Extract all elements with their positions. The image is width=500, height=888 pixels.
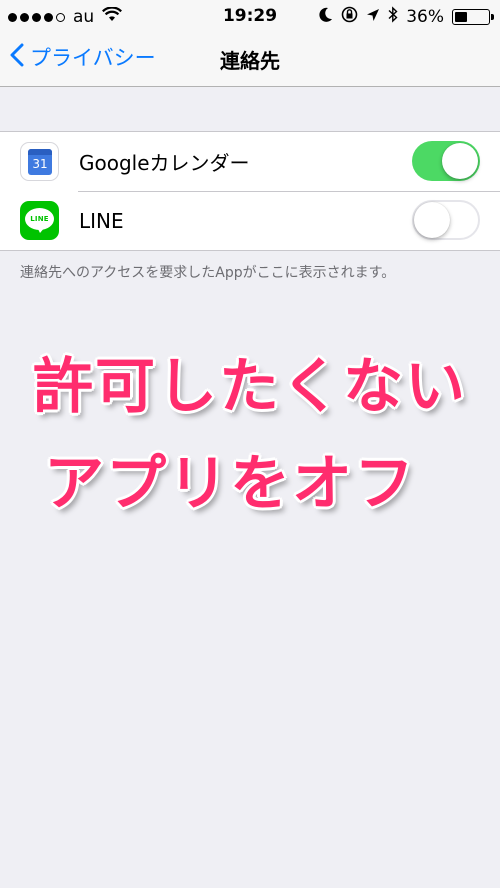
- battery-percent: 36%: [406, 7, 444, 27]
- section-footer-text: 連絡先へのアクセスを要求したAppがここに表示されます。: [20, 265, 396, 281]
- app-permission-list: 31 Googleカレンダー LINE LINE: [0, 131, 500, 251]
- line-logo-text: LINE: [30, 215, 49, 223]
- list-item-line: LINE LINE: [0, 191, 500, 250]
- bluetooth-icon: [388, 6, 398, 28]
- google-calendar-toggle[interactable]: [412, 141, 480, 181]
- line-toggle[interactable]: [412, 200, 480, 240]
- app-name-label: LINE: [79, 208, 124, 233]
- google-calendar-icon: 31: [20, 142, 59, 181]
- line-app-icon: LINE: [20, 201, 59, 240]
- calendar-day-number: 31: [32, 157, 48, 171]
- page-title: 連絡先: [220, 49, 280, 73]
- navigation-bar: プライバシー 連絡先: [0, 36, 500, 87]
- app-name-label: Googleカレンダー: [79, 151, 250, 175]
- overlay-caption-line2: アプリをオフ: [44, 449, 416, 519]
- rotation-lock-icon: [341, 6, 358, 28]
- status-bar: au 19:29 36%: [0, 0, 500, 36]
- moon-icon: [319, 7, 333, 28]
- battery-icon: [452, 9, 494, 25]
- location-arrow-icon: [366, 7, 380, 27]
- list-item-google-calendar: 31 Googleカレンダー: [0, 132, 500, 191]
- toggle-knob: [442, 143, 478, 179]
- status-right: 36%: [319, 6, 494, 28]
- toggle-knob: [414, 202, 450, 238]
- overlay-caption-line1: 許可したくない: [33, 352, 467, 422]
